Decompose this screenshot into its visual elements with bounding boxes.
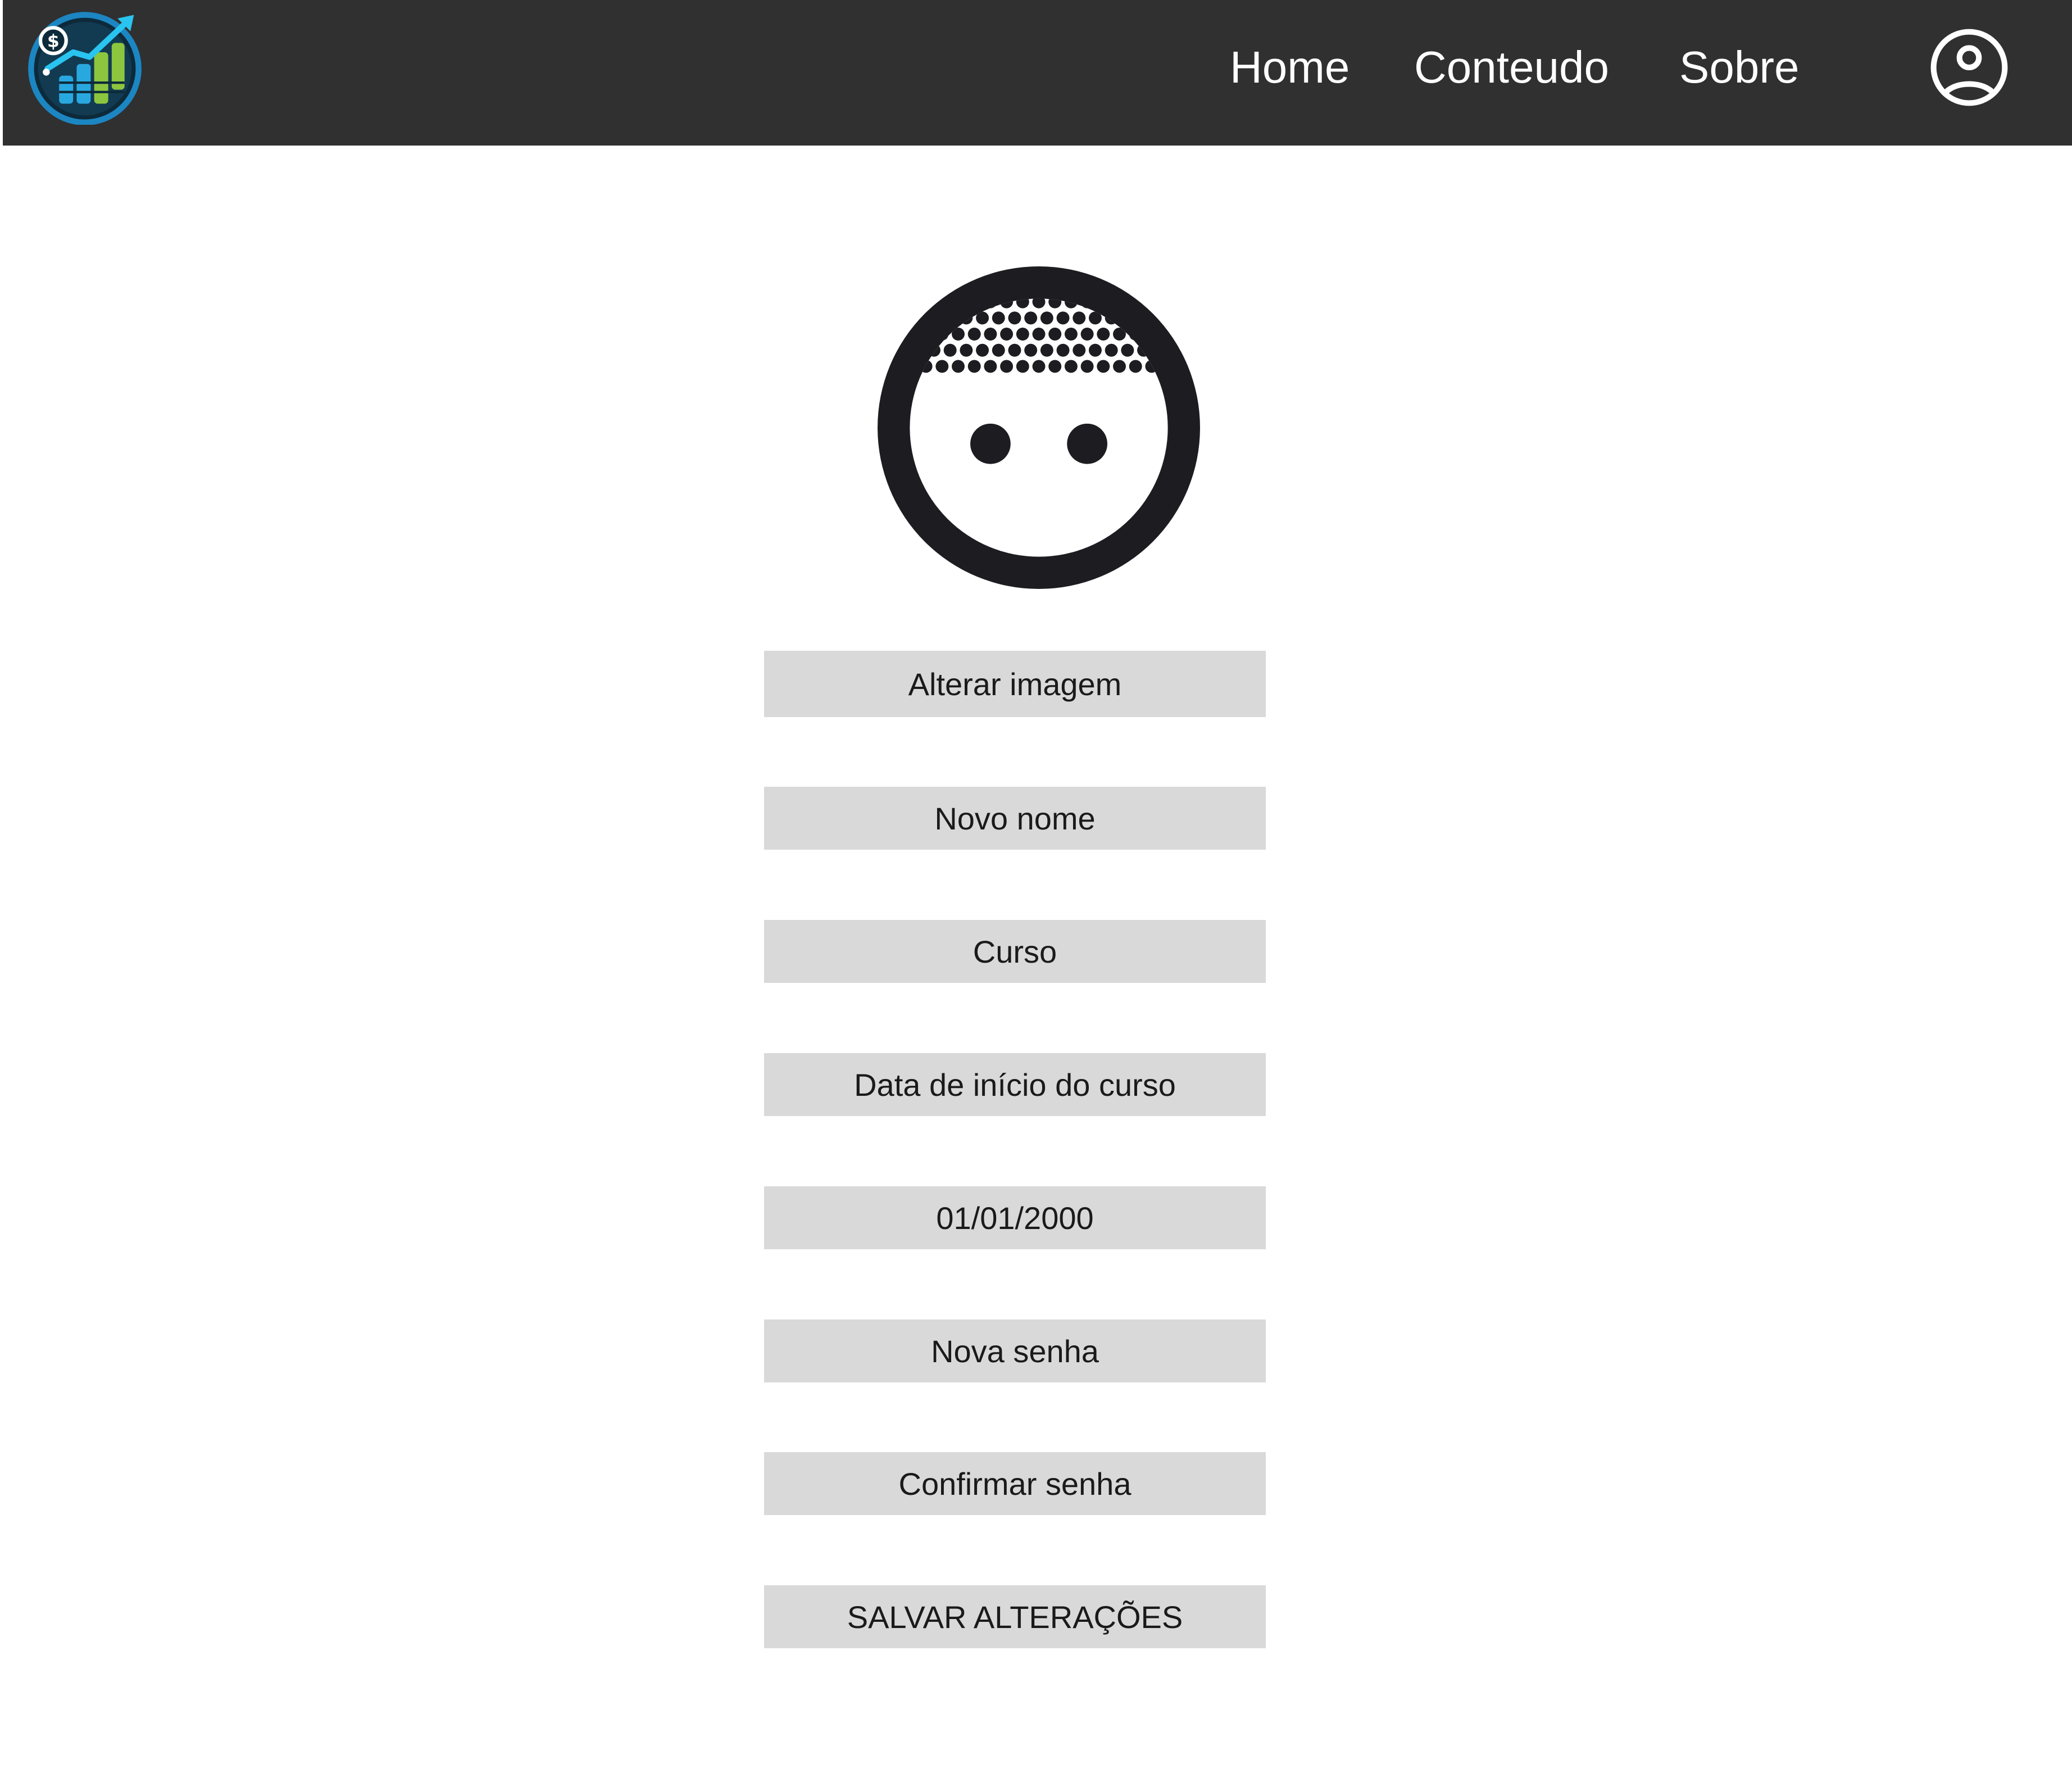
new-name-input[interactable]: [764, 787, 1266, 850]
start-date-label: Data de início do curso: [764, 1053, 1266, 1116]
course-input[interactable]: [764, 920, 1266, 983]
start-date-input[interactable]: [764, 1186, 1266, 1249]
save-changes-button[interactable]: SALVAR ALTERAÇÕES: [764, 1585, 1266, 1648]
nav-conteudo-link[interactable]: Conteudo: [1414, 34, 1609, 101]
top-navigation-bar: $ Home Conteudo Sobre: [3, 0, 2072, 146]
user-circle-icon[interactable]: [1929, 27, 2010, 108]
nav-sobre-link[interactable]: Sobre: [1679, 34, 1799, 101]
new-password-input[interactable]: [764, 1320, 1266, 1382]
svg-text:$: $: [47, 31, 60, 52]
finance-logo-icon[interactable]: $: [26, 8, 143, 125]
change-image-button[interactable]: Alterar imagem: [764, 651, 1266, 717]
nav-home-link[interactable]: Home: [1230, 34, 1349, 101]
face-avatar-icon: [878, 266, 1200, 589]
confirm-password-input[interactable]: [764, 1452, 1266, 1515]
